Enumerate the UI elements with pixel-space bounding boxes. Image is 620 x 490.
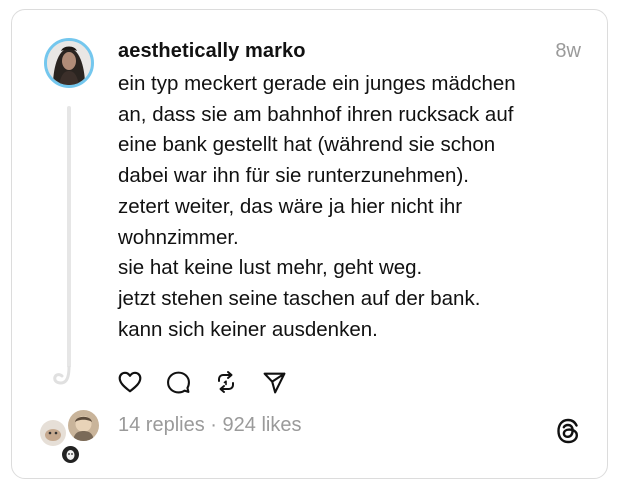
share-button[interactable] bbox=[260, 368, 288, 396]
share-icon bbox=[263, 372, 285, 393]
post-text-line: eine bank gestellt hat (während sie scho… bbox=[118, 133, 496, 157]
post-text-line: jetzt stehen seine taschen auf der bank. bbox=[118, 286, 481, 310]
post-text-line: zetert weiter, das wäre ja hier nicht ih… bbox=[118, 194, 463, 218]
replies-count[interactable]: 14 replies bbox=[118, 414, 205, 436]
post-stats: 14 replies · 924 likes bbox=[118, 414, 301, 437]
replier-avatar-image bbox=[68, 410, 99, 441]
thread-line bbox=[67, 106, 71, 368]
replier-avatar[interactable] bbox=[66, 408, 101, 443]
post-card: aesthetically marko 8w ein typ meckert g… bbox=[11, 9, 608, 479]
repost-icon bbox=[218, 371, 234, 393]
replier-avatar-image bbox=[40, 420, 66, 446]
post-text-line: ein typ meckert gerade ein junges mädche… bbox=[118, 72, 516, 95]
threads-logo-icon[interactable] bbox=[555, 417, 581, 445]
username[interactable]: aesthetically marko bbox=[118, 40, 306, 63]
post-text-line: kann sich keiner ausdenken. bbox=[118, 317, 378, 341]
heart-icon bbox=[118, 371, 142, 393]
avatar[interactable] bbox=[44, 38, 94, 88]
post-text-line: wohnzimmer. bbox=[118, 225, 239, 249]
thread-curl-icon bbox=[53, 366, 71, 385]
reply-button[interactable] bbox=[164, 368, 192, 396]
replier-avatar[interactable] bbox=[38, 418, 68, 448]
post-text-line: an, dass sie am bahnhof ihren rucksack a… bbox=[118, 102, 514, 126]
like-button[interactable] bbox=[116, 368, 144, 396]
replier-avatar-image bbox=[62, 446, 79, 463]
comment-icon bbox=[166, 371, 190, 393]
post-text-line: dabei war ihn für sie runterzunehmen). bbox=[118, 164, 469, 188]
stats-separator: · bbox=[210, 414, 217, 436]
avatar-portrait bbox=[47, 41, 91, 85]
post-text-line: sie hat keine lust mehr, geht weg. bbox=[118, 256, 423, 280]
post-text: ein typ meckert gerade ein junges mädche… bbox=[118, 69, 588, 345]
timestamp[interactable]: 8w bbox=[555, 40, 581, 63]
likes-count[interactable]: 924 likes bbox=[223, 414, 302, 436]
replier-avatar[interactable] bbox=[60, 444, 81, 465]
repost-button[interactable] bbox=[212, 368, 240, 396]
